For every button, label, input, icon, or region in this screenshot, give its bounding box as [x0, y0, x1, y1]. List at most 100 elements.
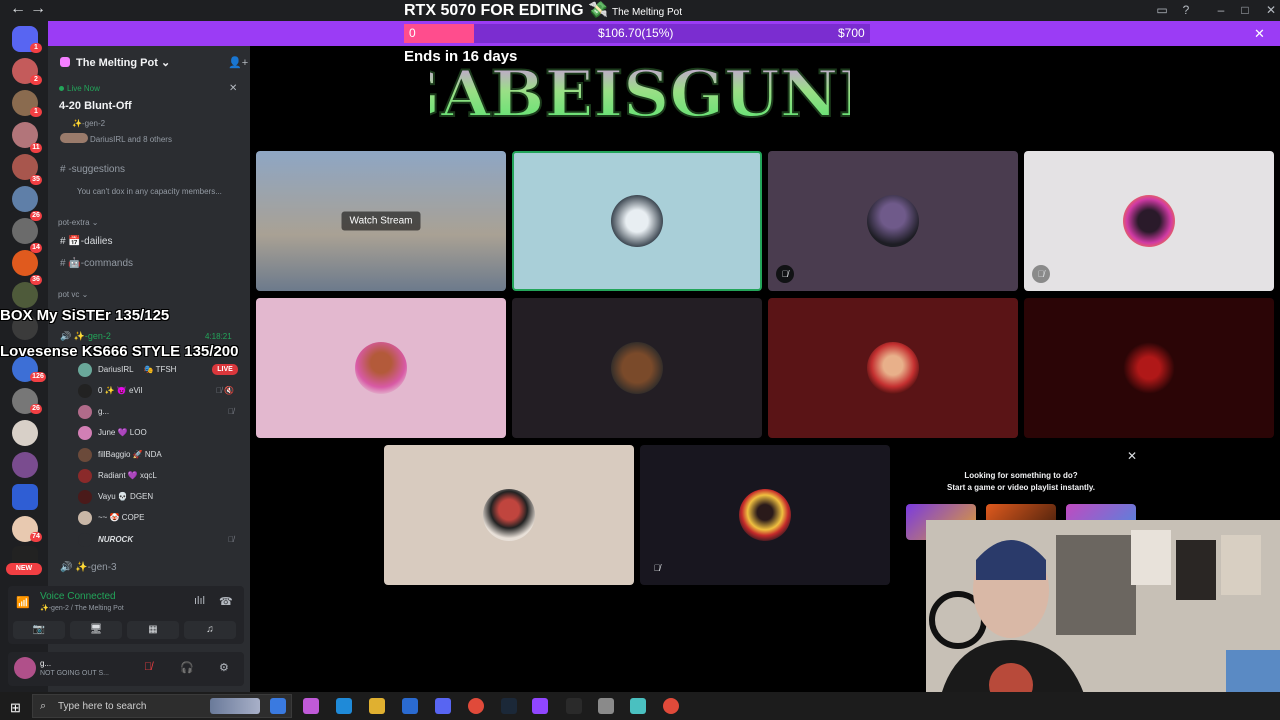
server-name-dropdown[interactable]: The Melting Pot ⌄ — [76, 56, 170, 69]
user-panel — [8, 652, 244, 686]
participant-tile[interactable] — [512, 298, 762, 438]
close-window-icon[interactable]: ✕ — [1262, 3, 1280, 17]
channel-suggestions[interactable]: # -suggestions — [60, 164, 125, 175]
file-explorer-icon[interactable] — [369, 698, 385, 714]
disconnect-icon[interactable]: ☎ — [219, 595, 233, 608]
voice-connected-label[interactable]: Voice Connected — [40, 591, 116, 602]
avatar[interactable] — [78, 405, 92, 419]
avatar[interactable] — [78, 533, 92, 547]
goal-start-value: 0 — [409, 26, 416, 40]
avatar[interactable] — [78, 469, 92, 483]
chrome-icon[interactable] — [468, 698, 484, 714]
task-view-icon[interactable] — [270, 698, 286, 714]
voice-user[interactable]: June 💜 LOO — [98, 428, 147, 437]
soundboard-button[interactable]: ♫ — [184, 621, 236, 639]
webcam-feed — [926, 520, 1280, 720]
discord-icon[interactable] — [435, 698, 451, 714]
camera-toggle-button[interactable]: 📷 — [13, 621, 65, 639]
inbox-icon[interactable]: ▭ — [1153, 3, 1171, 17]
unread-badge: 36 — [30, 275, 42, 285]
chrome-icon[interactable] — [663, 698, 679, 714]
help-icon[interactable]: ? — [1177, 3, 1195, 17]
watch-stream-button[interactable]: Watch Stream — [341, 211, 421, 231]
avatar[interactable] — [78, 384, 92, 398]
close-icon[interactable]: ✕ — [229, 83, 237, 94]
avatar[interactable] — [78, 490, 92, 504]
noise-suppression-icon[interactable]: ılıl — [194, 595, 205, 607]
activities-button[interactable]: ▦ — [127, 621, 179, 639]
channel-dailies[interactable]: # 📅-dailies — [60, 236, 112, 247]
back-arrow-icon[interactable]: ← — [10, 0, 26, 18]
stream-overlay-text: Lovesense KS666 STYLE 135/200 — [0, 343, 239, 360]
maximize-icon[interactable]: □ — [1236, 3, 1254, 17]
minimize-icon[interactable]: – — [1212, 3, 1230, 17]
participant-tile[interactable] — [1024, 298, 1274, 438]
twitch-icon[interactable] — [532, 698, 548, 714]
avatar[interactable] — [14, 657, 36, 679]
live-event-title[interactable]: 4-20 Blunt-Off — [59, 100, 132, 112]
unread-badge: 74 — [30, 532, 42, 542]
settings-gear-icon[interactable]: ⚙ — [219, 661, 229, 674]
close-icon[interactable]: ✕ — [1254, 26, 1265, 42]
stream-tile[interactable]: Watch Stream — [256, 151, 506, 291]
app-icon[interactable] — [598, 698, 614, 714]
participant-tile[interactable] — [256, 298, 506, 438]
participant-tile[interactable]: 🎙̸ — [1024, 151, 1274, 291]
avatar — [611, 342, 663, 394]
server-icon[interactable] — [12, 282, 38, 308]
obs-icon[interactable] — [566, 698, 582, 714]
participant-tile[interactable]: 🎙̸ — [768, 151, 1018, 291]
participant-tile[interactable] — [512, 151, 762, 291]
copilot-icon[interactable] — [303, 698, 319, 714]
steam-icon[interactable] — [501, 698, 517, 714]
server-icon[interactable] — [12, 420, 38, 446]
voice-user[interactable]: Radiant 💜 xqcL — [98, 471, 157, 480]
server-icon[interactable] — [12, 250, 38, 276]
unread-badge: 126 — [30, 372, 46, 382]
avatar[interactable] — [78, 448, 92, 462]
participant-tile[interactable] — [768, 298, 1018, 438]
app-icon[interactable] — [630, 698, 646, 714]
voice-channel-gen-2[interactable]: 🔊 ✨-gen-2 — [60, 331, 111, 342]
avatar[interactable] — [78, 426, 92, 440]
muted-mic-icon: 🎙̸ — [776, 265, 794, 283]
custom-status: NOT GOING OUT S... — [40, 670, 109, 677]
app-icon[interactable] — [402, 698, 418, 714]
voice-user[interactable]: 0 ✨ 😈 eVil — [98, 386, 142, 395]
headphones-icon[interactable]: 🎧 — [180, 661, 194, 674]
connection-signal-icon[interactable]: 📶 — [16, 596, 30, 609]
avatar[interactable] — [78, 363, 92, 377]
voice-user[interactable]: g... — [98, 407, 109, 416]
muted-mic-icon: 🎙̸ — [1032, 265, 1050, 283]
avatar[interactable] — [78, 511, 92, 525]
username[interactable]: g... — [40, 659, 51, 668]
voice-user[interactable]: ~~ 🤡 COPE — [98, 513, 144, 522]
category-pot-vc[interactable]: pot vc ⌄ — [58, 290, 88, 299]
forward-arrow-icon[interactable]: → — [30, 0, 46, 18]
category-pot-extra[interactable]: pot-extra ⌄ — [58, 218, 99, 227]
server-icon[interactable] — [12, 218, 38, 244]
invite-people-icon[interactable]: 👤+ — [228, 56, 248, 69]
participant-tile[interactable]: 🎙̸ — [640, 445, 890, 585]
voice-user[interactable]: DariusIRL 🎭 TFSH — [98, 365, 176, 374]
live-event-channel: ✨-gen-2 — [72, 119, 106, 128]
server-icon[interactable] — [12, 484, 38, 510]
voice-user[interactable]: Vayu 💀 DGEN — [98, 492, 153, 501]
muted-mic-icon: 🎙̸ — [228, 407, 234, 416]
server-icon[interactable] — [12, 186, 38, 212]
screen-share-button[interactable]: 🖥 — [70, 621, 122, 639]
goal-current-value: $106.70(15%) — [598, 26, 674, 40]
live-event-attendees: DariusIRL and 8 others — [90, 135, 172, 144]
channel-commands[interactable]: # 🤖-commands — [60, 258, 133, 269]
thread-preview[interactable]: You can't dox in any capacity members... — [77, 187, 222, 196]
close-icon[interactable]: ✕ — [1127, 449, 1137, 463]
participant-tile[interactable] — [384, 445, 634, 585]
edge-icon[interactable] — [336, 698, 352, 714]
voice-user[interactable]: NUROCK — [98, 535, 133, 544]
mute-mic-icon[interactable]: 🎙̸ — [144, 661, 152, 673]
voice-channel-gen-3[interactable]: 🔊 ✨-gen-3 — [60, 562, 117, 573]
avatar — [739, 489, 791, 541]
server-icon[interactable] — [12, 452, 38, 478]
voice-user[interactable]: fillBaggio 🚀 NDA — [98, 450, 162, 459]
windows-start-icon[interactable]: ⊞ — [10, 700, 21, 716]
